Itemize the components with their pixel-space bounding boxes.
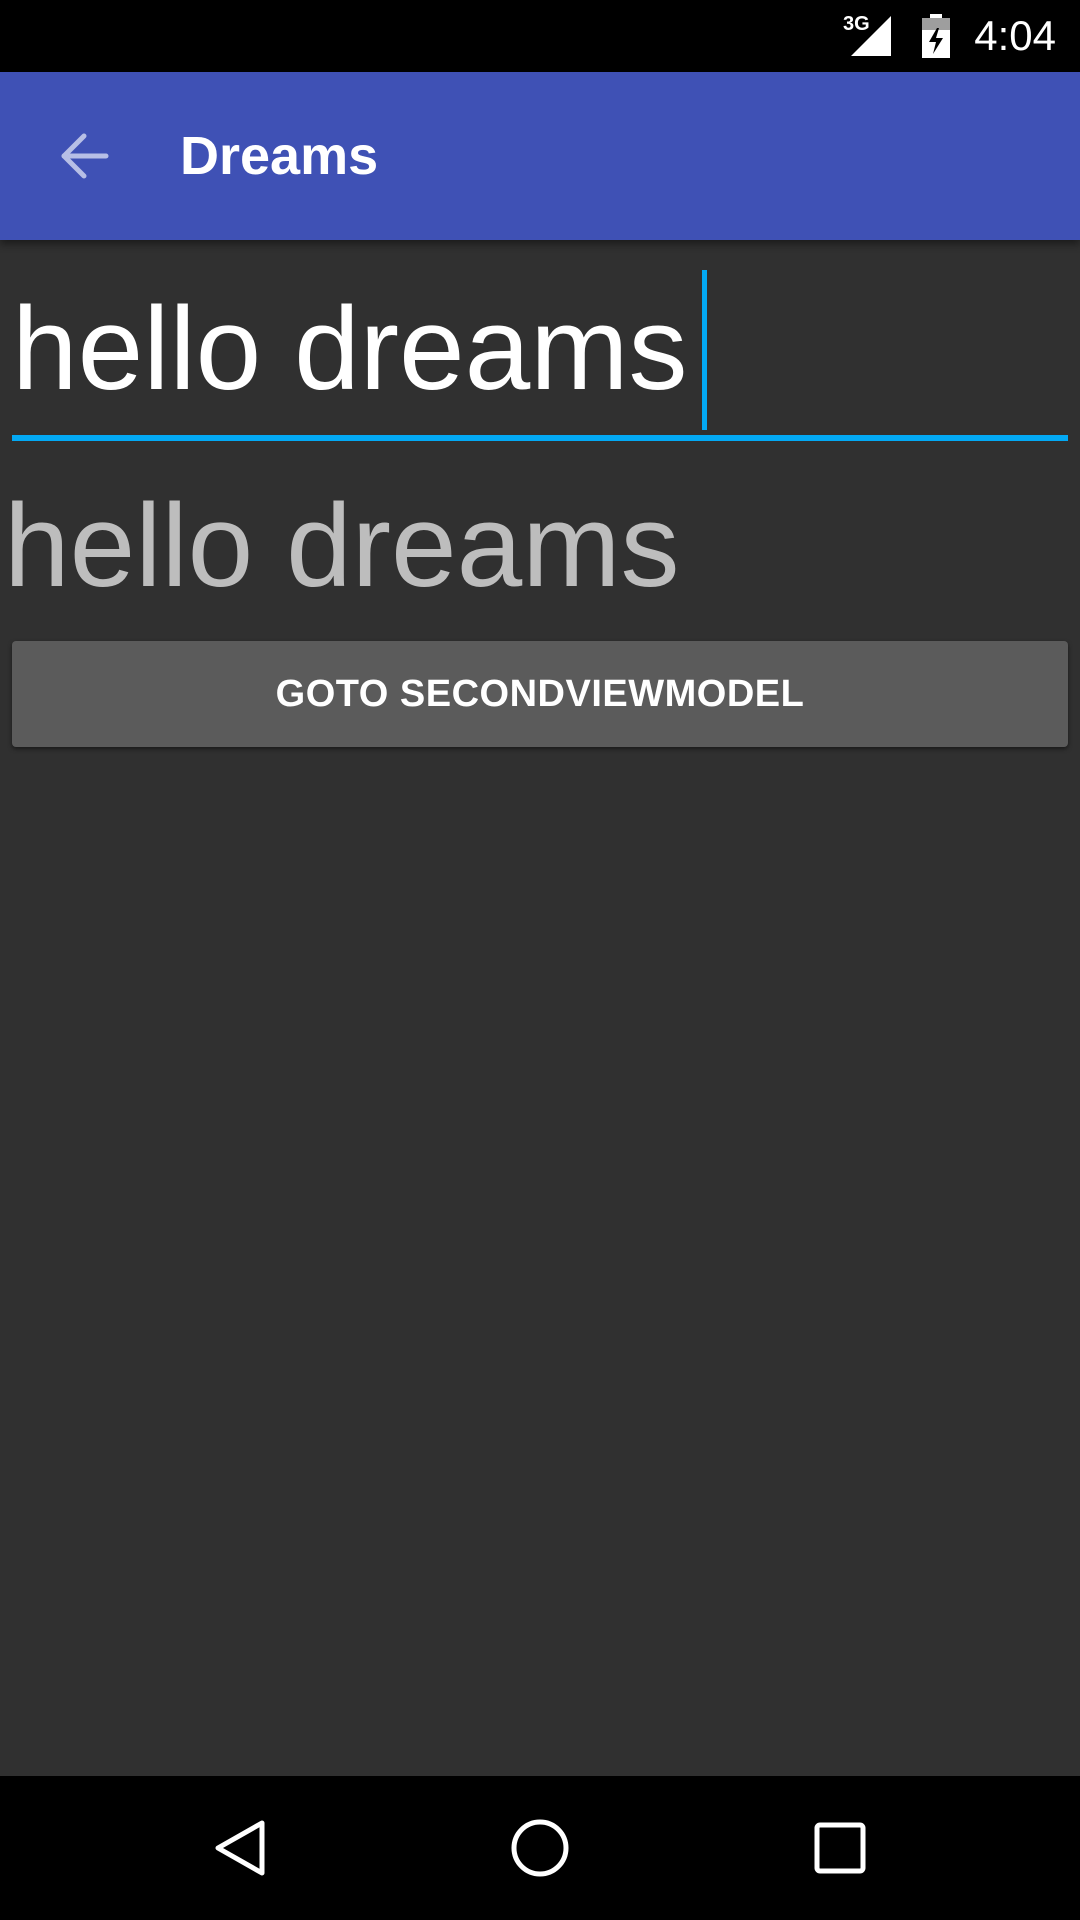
nav-home-icon bbox=[511, 1819, 569, 1877]
dream-text-field[interactable] bbox=[12, 264, 1068, 442]
signal-icon: 3G bbox=[843, 14, 893, 58]
nav-back-button[interactable] bbox=[160, 1776, 320, 1920]
input-underline bbox=[12, 435, 1068, 441]
status-time: 4:04 bbox=[974, 12, 1056, 59]
navigation-bar bbox=[0, 1776, 1080, 1920]
app-toolbar: Dreams bbox=[0, 72, 1080, 240]
nav-back-icon bbox=[215, 1820, 265, 1876]
back-button[interactable] bbox=[36, 108, 132, 204]
battery-charging-icon bbox=[920, 14, 952, 58]
app-screen: 3G 4:04 Dreams hello dreams hello dreams… bbox=[0, 0, 1080, 1920]
text-cursor bbox=[702, 270, 707, 430]
nav-home-button[interactable] bbox=[460, 1776, 620, 1920]
arrow-back-icon bbox=[61, 133, 109, 179]
status-bar: 3G 4:04 bbox=[0, 0, 1080, 72]
page-title: Dreams bbox=[180, 126, 379, 186]
goto-secondviewmodel-button[interactable]: GOTO SECONDVIEWMODEL bbox=[12, 641, 1068, 747]
dream-input[interactable] bbox=[12, 264, 1068, 434]
nav-recents-icon bbox=[814, 1822, 866, 1874]
nav-recents-button[interactable] bbox=[760, 1776, 920, 1920]
dream-echo-label: hello dreams bbox=[4, 480, 680, 612]
